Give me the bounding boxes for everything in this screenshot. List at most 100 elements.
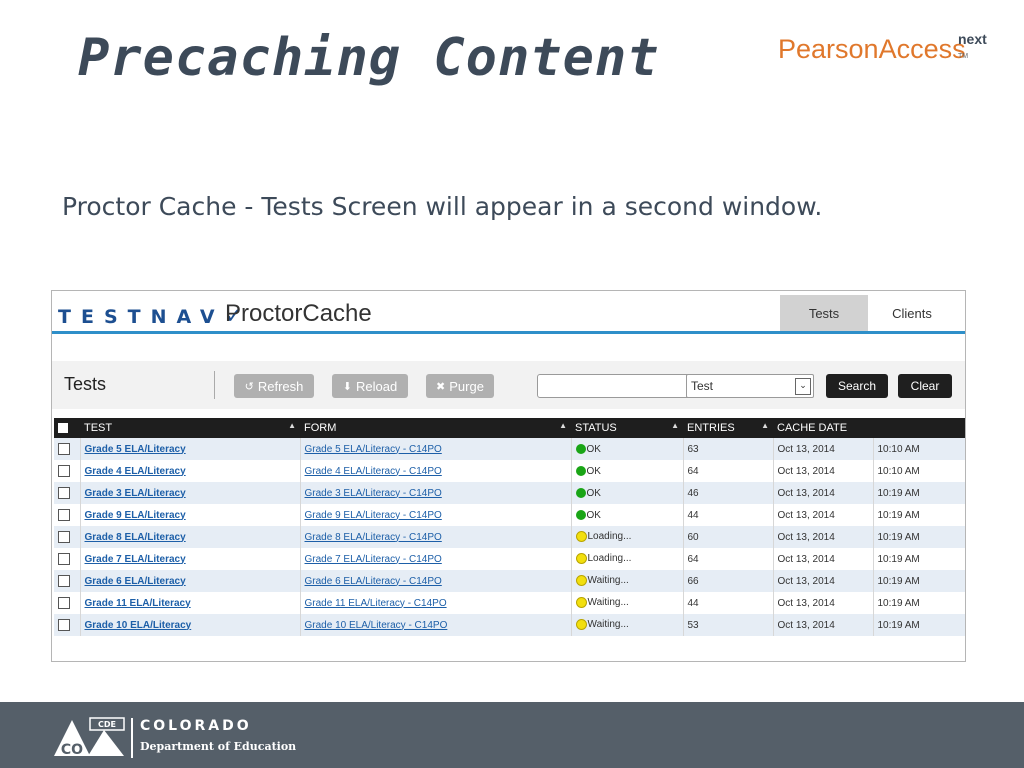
table-header-row: TEST ▲︎ FORM ▲︎ STATUS ▲︎ ENTRIES ▲︎ CACHE D… <box>54 418 965 438</box>
form-link[interactable]: Grade 3 ELA/Literacy - C14PO <box>305 488 442 499</box>
status-text: Waiting... <box>587 619 629 631</box>
sort-icon: ▲︎ <box>559 421 567 430</box>
table-row[interactable]: Grade 9 ELA/Literacy Grade 9 ELA/Literac… <box>54 504 965 526</box>
refresh-icon: ↺ <box>244 380 254 393</box>
sort-icon: ▲︎ <box>761 421 769 430</box>
column-header-form[interactable]: FORM ▲︎ <box>300 418 571 438</box>
row-checkbox[interactable] <box>58 575 70 587</box>
form-cell: Grade 6 ELA/Literacy - C14PO <box>300 570 572 592</box>
row-select-cell <box>54 614 81 636</box>
entries-cell: 53 <box>683 614 774 636</box>
status-text: Loading... <box>587 553 632 565</box>
test-link[interactable]: Grade 4 ELA/Literacy <box>85 466 186 477</box>
table-row[interactable]: Grade 6 ELA/Literacy Grade 6 ELA/Literac… <box>54 570 965 592</box>
search-filter-select[interactable]: Test ⌄ <box>686 374 814 398</box>
cache-date-cell: Oct 13, 2014 <box>773 592 874 614</box>
test-link[interactable]: Grade 11 ELA/Literacy <box>85 598 191 609</box>
row-checkbox[interactable] <box>58 509 70 521</box>
column-header-entries[interactable]: ENTRIES ▲︎ <box>683 418 773 438</box>
entries-cell: 44 <box>683 504 774 526</box>
column-header-status[interactable]: STATUS ▲︎ <box>571 418 683 438</box>
form-cell: Grade 5 ELA/Literacy - C14PO <box>300 438 572 460</box>
row-checkbox[interactable] <box>58 443 70 455</box>
column-header-status-label: STATUS <box>575 422 617 434</box>
reload-button[interactable]: ⬇ Reload <box>332 374 408 398</box>
test-link[interactable]: Grade 3 ELA/Literacy <box>85 488 186 499</box>
test-link[interactable]: Grade 6 ELA/Literacy <box>85 576 186 587</box>
form-link[interactable]: Grade 6 ELA/Literacy - C14PO <box>305 576 442 587</box>
cache-time-cell: 10:19 AM <box>873 482 965 504</box>
chevron-down-icon[interactable]: ⌄ <box>795 378 811 395</box>
table-row[interactable]: Grade 8 ELA/Literacy Grade 8 ELA/Literac… <box>54 526 965 548</box>
form-cell: Grade 8 ELA/Literacy - C14PO <box>300 526 572 548</box>
footer-divider <box>131 718 133 758</box>
pearson-access-logo-tm: TM <box>958 53 969 60</box>
clear-button[interactable]: Clear <box>898 374 952 398</box>
status-text: Waiting... <box>587 575 629 587</box>
status-ok-icon <box>575 465 586 476</box>
cache-time-cell: 10:10 AM <box>873 460 965 482</box>
row-checkbox[interactable] <box>58 487 70 499</box>
test-link[interactable]: Grade 10 ELA/Literacy <box>85 620 192 631</box>
cache-date-cell: Oct 13, 2014 <box>773 460 874 482</box>
table-row[interactable]: Grade 11 ELA/Literacy Grade 11 ELA/Liter… <box>54 592 965 614</box>
form-link[interactable]: Grade 9 ELA/Literacy - C14PO <box>305 510 442 521</box>
form-cell: Grade 3 ELA/Literacy - C14PO <box>300 482 572 504</box>
refresh-button[interactable]: ↺ Refresh <box>234 374 314 398</box>
entries-cell: 44 <box>683 592 774 614</box>
entries-cell: 64 <box>683 548 774 570</box>
status-ok-icon <box>575 509 586 520</box>
test-link[interactable]: Grade 8 ELA/Literacy <box>85 532 186 543</box>
proctor-cache-window: TESTNAV✓ ProctorCache Tests Clients Test… <box>51 290 966 662</box>
row-select-cell <box>54 526 81 548</box>
status-ok-icon <box>575 487 586 498</box>
test-link[interactable]: Grade 9 ELA/Literacy <box>85 510 186 521</box>
test-cell: Grade 7 ELA/Literacy <box>80 548 301 570</box>
row-checkbox[interactable] <box>58 619 70 631</box>
search-button[interactable]: Search <box>826 374 888 398</box>
status-pending-icon <box>575 619 587 631</box>
pearson-access-logo: PearsonAccess next TM <box>778 31 987 65</box>
form-link[interactable]: Grade 8 ELA/Literacy - C14PO <box>305 532 442 543</box>
status-cell: OK <box>571 438 684 460</box>
app-header: TESTNAV✓ ProctorCache Tests Clients <box>52 291 965 331</box>
status-text: OK <box>586 487 601 499</box>
tab-tests[interactable]: Tests <box>780 295 868 331</box>
row-select-cell <box>54 482 81 504</box>
table-row[interactable]: Grade 4 ELA/Literacy Grade 4 ELA/Literac… <box>54 460 965 482</box>
table-row[interactable]: Grade 5 ELA/Literacy Grade 5 ELA/Literac… <box>54 438 965 460</box>
table-row[interactable]: Grade 10 ELA/Literacy Grade 10 ELA/Liter… <box>54 614 965 636</box>
testnav-logo: TESTNAV✓ <box>58 304 243 329</box>
row-checkbox[interactable] <box>58 465 70 477</box>
form-link[interactable]: Grade 7 ELA/Literacy - C14PO <box>305 554 442 565</box>
test-cell: Grade 11 ELA/Literacy <box>80 592 301 614</box>
pearson-access-logo-text: PearsonAccess <box>778 34 966 64</box>
column-header-cache-date[interactable]: CACHE DATE <box>773 418 965 438</box>
status-text: OK <box>586 465 601 477</box>
status-cell: OK <box>571 460 684 482</box>
test-link[interactable]: Grade 7 ELA/Literacy <box>85 554 186 565</box>
table-row[interactable]: Grade 3 ELA/Literacy Grade 3 ELA/Literac… <box>54 482 965 504</box>
form-link[interactable]: Grade 4 ELA/Literacy - C14PO <box>305 466 442 477</box>
row-checkbox[interactable] <box>58 597 70 609</box>
form-link[interactable]: Grade 10 ELA/Literacy - C14PO <box>305 620 448 631</box>
cache-time-cell: 10:19 AM <box>873 570 965 592</box>
test-link[interactable]: Grade 5 ELA/Literacy <box>85 444 186 455</box>
form-cell: Grade 9 ELA/Literacy - C14PO <box>300 504 572 526</box>
form-link[interactable]: Grade 11 ELA/Literacy - C14PO <box>305 598 447 609</box>
sort-icon: ▲︎ <box>671 421 679 430</box>
table-row[interactable]: Grade 7 ELA/Literacy Grade 7 ELA/Literac… <box>54 548 965 570</box>
colorado-logo-cde: CDE <box>98 720 116 729</box>
column-header-test[interactable]: TEST ▲︎ <box>80 418 300 438</box>
status-ok-icon <box>575 443 586 454</box>
tab-clients[interactable]: Clients <box>868 295 956 331</box>
row-checkbox[interactable] <box>58 531 70 543</box>
footer-org-name: COLORADO <box>140 718 252 734</box>
select-all-column <box>54 418 80 438</box>
row-checkbox[interactable] <box>58 553 70 565</box>
purge-button[interactable]: ✖ Purge <box>426 374 494 398</box>
select-all-checkbox[interactable] <box>58 423 68 434</box>
form-link[interactable]: Grade 5 ELA/Literacy - C14PO <box>305 444 442 455</box>
search-input[interactable] <box>537 374 690 398</box>
cache-date-cell: Oct 13, 2014 <box>773 438 874 460</box>
